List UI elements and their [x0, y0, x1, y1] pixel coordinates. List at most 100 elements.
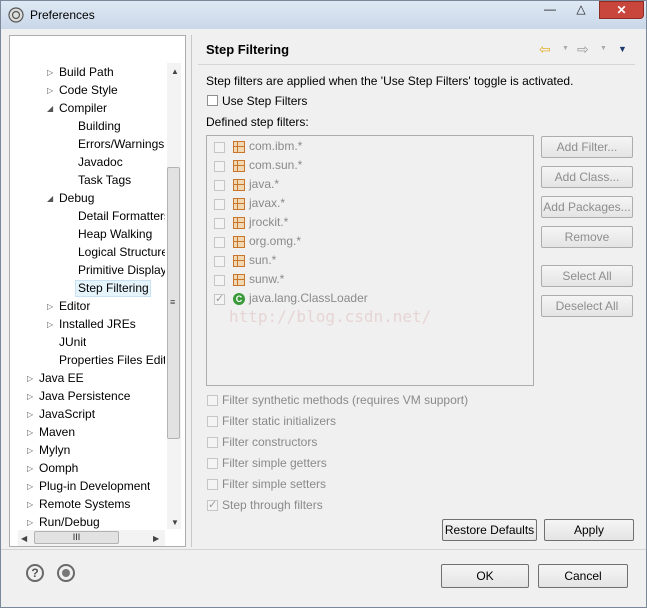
- tree-item[interactable]: Oomph: [39, 459, 78, 477]
- scroll-down-arrow-icon[interactable]: ▼: [171, 518, 179, 527]
- collapse-icon[interactable]: ◢: [47, 194, 53, 203]
- tree-item[interactable]: Primitive Display: [78, 261, 165, 279]
- tree-item[interactable]: JUnit: [59, 333, 86, 351]
- tree-item[interactable]: Build Path: [59, 63, 114, 81]
- tree-item[interactable]: Remote Systems: [39, 495, 130, 513]
- tree-item[interactable]: Installed JREs: [59, 315, 136, 333]
- tree-item[interactable]: JavaScript: [39, 405, 95, 423]
- package-icon: [233, 217, 245, 229]
- expand-icon[interactable]: ▷: [27, 500, 33, 509]
- page-description: Step filters are applied when the 'Use S…: [206, 74, 574, 88]
- header-separator: [198, 64, 635, 65]
- tree-item[interactable]: Maven: [39, 423, 75, 441]
- option-checkbox[interactable]: [207, 479, 218, 490]
- expand-icon[interactable]: ▷: [27, 410, 33, 419]
- tree-item[interactable]: Javadoc: [78, 153, 123, 171]
- pane-divider[interactable]: [191, 35, 192, 547]
- tree-item[interactable]: Heap Walking: [78, 225, 152, 243]
- scroll-up-arrow-icon[interactable]: ▲: [171, 67, 179, 76]
- filter-label: com.sun.*: [249, 158, 303, 172]
- tree-item[interactable]: Errors/Warnings: [78, 135, 164, 153]
- filter-checkbox[interactable]: [214, 218, 225, 229]
- expand-icon[interactable]: ▷: [27, 464, 33, 473]
- option-checkbox[interactable]: [207, 437, 218, 448]
- use-step-filters-checkbox[interactable]: [207, 95, 218, 106]
- maximize-button[interactable]: △: [567, 1, 595, 19]
- tree-item[interactable]: Editor: [59, 297, 90, 315]
- option-checkbox[interactable]: [207, 458, 218, 469]
- expand-icon[interactable]: ▷: [47, 68, 53, 77]
- tree-item[interactable]: Java EE: [39, 369, 84, 387]
- expand-icon[interactable]: ▷: [27, 392, 33, 401]
- scroll-left-arrow-icon[interactable]: ◀: [21, 534, 27, 543]
- tree-item[interactable]: Step Filtering: [78, 279, 149, 297]
- view-menu-icon[interactable]: ▼: [618, 44, 627, 54]
- filter-checkbox[interactable]: [214, 275, 225, 286]
- expand-icon[interactable]: ▷: [47, 320, 53, 329]
- back-dropdown-icon[interactable]: ▼: [562, 45, 569, 52]
- filter-checkbox[interactable]: [214, 142, 225, 153]
- filter-checkbox[interactable]: [214, 237, 225, 248]
- tree-item[interactable]: Detail Formatters: [78, 207, 165, 225]
- apply-button[interactable]: Apply: [544, 519, 634, 541]
- window-title: Preferences: [30, 8, 95, 22]
- filter-checkbox[interactable]: [214, 161, 225, 172]
- filter-label: javax.*: [249, 196, 286, 210]
- select-all-button[interactable]: Select All: [541, 265, 633, 287]
- scroll-right-arrow-icon[interactable]: ▶: [153, 534, 159, 543]
- option-checkbox[interactable]: [207, 498, 218, 511]
- package-icon: [233, 179, 245, 191]
- title-bar: Preferences — △ ✕: [1, 1, 646, 29]
- collapse-icon[interactable]: ◢: [47, 104, 53, 113]
- filter-label: jrockit.*: [249, 215, 289, 229]
- option-label: Filter static initializers: [222, 414, 337, 428]
- cancel-button[interactable]: Cancel: [538, 564, 628, 588]
- filter-checkbox[interactable]: [214, 180, 225, 191]
- remove-button[interactable]: Remove: [541, 226, 633, 248]
- minimize-button[interactable]: —: [535, 1, 565, 19]
- ok-button[interactable]: OK: [441, 564, 529, 588]
- scroll-grip-icon: ≡: [170, 297, 176, 307]
- close-window-button[interactable]: ✕: [599, 1, 644, 19]
- add-packages-button[interactable]: Add Packages...: [541, 196, 633, 218]
- tree-item[interactable]: Debug: [59, 189, 94, 207]
- filter-label: java.lang.ClassLoader: [249, 291, 368, 305]
- add-class-button[interactable]: Add Class...: [541, 166, 633, 188]
- forward-arrow-icon[interactable]: ⇨: [577, 41, 589, 58]
- tree-horizontal-scroll-thumb[interactable]: III: [34, 531, 119, 544]
- tree-item[interactable]: Code Style: [59, 81, 118, 99]
- expand-icon[interactable]: ▷: [27, 482, 33, 491]
- preferences-window: Preferences — △ ✕ ▷ Build Path ▷ Code Style…: [0, 0, 647, 608]
- option-checkbox[interactable]: [207, 395, 218, 406]
- option-checkbox[interactable]: [207, 416, 218, 427]
- back-arrow-icon[interactable]: ⇦: [539, 41, 551, 58]
- tree-item[interactable]: Task Tags: [78, 171, 131, 189]
- eclipse-icon: [8, 7, 24, 23]
- help-icon[interactable]: ?: [26, 564, 44, 582]
- expand-icon[interactable]: ▷: [27, 446, 33, 455]
- tree-item[interactable]: Mylyn: [39, 441, 70, 459]
- tree-item[interactable]: Run/Debug: [39, 513, 100, 531]
- deselect-all-button[interactable]: Deselect All: [541, 295, 633, 317]
- add-filter-button[interactable]: Add Filter...: [541, 136, 633, 158]
- tree-item[interactable]: Building: [78, 117, 121, 135]
- filter-checkbox[interactable]: [214, 199, 225, 210]
- expand-icon[interactable]: ▷: [47, 86, 53, 95]
- defined-filters-label: Defined step filters:: [206, 115, 309, 129]
- open-preferences-icon[interactable]: [57, 564, 75, 582]
- expand-icon[interactable]: ▷: [27, 374, 33, 383]
- package-icon: [233, 160, 245, 172]
- expand-icon[interactable]: ▷: [47, 302, 53, 311]
- tree-item[interactable]: Logical Structures: [78, 243, 165, 261]
- tree-item[interactable]: Plug-in Development: [39, 477, 150, 495]
- tree-item[interactable]: Compiler: [59, 99, 107, 117]
- filter-checkbox[interactable]: [214, 256, 225, 267]
- watermark-text: http://blog.csdn.net/: [229, 307, 432, 326]
- restore-defaults-button[interactable]: Restore Defaults: [442, 519, 537, 541]
- tree-item[interactable]: Properties Files Editor: [59, 351, 165, 369]
- expand-icon[interactable]: ▷: [27, 428, 33, 437]
- expand-icon[interactable]: ▷: [27, 518, 33, 527]
- filter-checkbox[interactable]: [214, 292, 225, 305]
- forward-dropdown-icon[interactable]: ▼: [600, 45, 607, 52]
- tree-item[interactable]: Java Persistence: [39, 387, 130, 405]
